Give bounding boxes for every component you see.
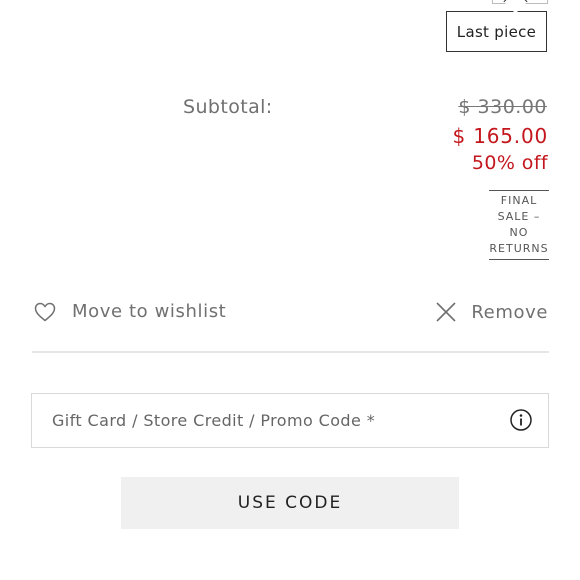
divider — [32, 351, 549, 353]
last-piece-tooltip: Last piece — [446, 11, 547, 52]
final-sale-notice: FINAL SALE – NO RETURNS — [489, 190, 549, 260]
final-sale-line: RETURNS — [489, 242, 549, 255]
promo-code-input[interactable] — [32, 394, 472, 447]
wishlist-label: Move to wishlist — [72, 301, 227, 322]
promo-code-field — [31, 393, 549, 448]
use-code-button[interactable]: USE CODE — [121, 477, 459, 529]
remove-button[interactable]: Remove — [435, 301, 548, 323]
tooltip-text: Last piece — [456, 22, 537, 41]
sale-price: $ 165.00 — [452, 124, 548, 148]
close-icon — [436, 302, 456, 322]
final-sale-line: SALE – — [497, 210, 541, 223]
info-icon[interactable] — [510, 409, 532, 431]
final-sale-line: FINAL — [500, 194, 538, 207]
original-price: $ 330.00 — [458, 96, 547, 118]
remove-label: Remove — [471, 301, 548, 323]
final-sale-line: NO — [509, 226, 529, 239]
move-to-wishlist-button[interactable]: Move to wishlist — [34, 301, 226, 322]
subtotal-label: Subtotal: — [183, 96, 273, 118]
discount-label: 50% off — [471, 152, 548, 174]
heart-icon — [34, 302, 56, 321]
